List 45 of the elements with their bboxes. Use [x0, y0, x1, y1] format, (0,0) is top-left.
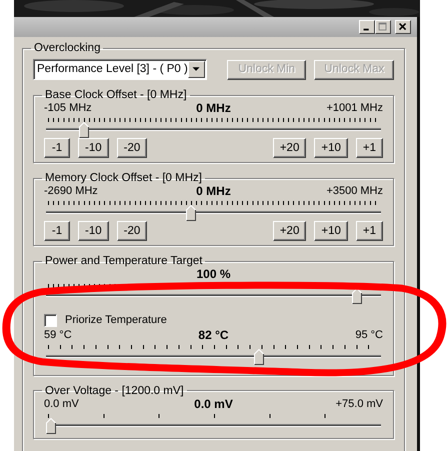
step-button[interactable]: +20 — [272, 138, 306, 158]
close-icon[interactable] — [395, 20, 411, 34]
group-title: Power and Temperature Target — [44, 254, 204, 268]
min-label: -2690 MHz — [44, 185, 99, 198]
slider-thumb[interactable] — [254, 348, 264, 364]
step-button[interactable]: +1 — [356, 138, 383, 158]
minimize-icon[interactable] — [359, 20, 375, 34]
group-title: Memory Clock Offset - [0 MHz] — [44, 171, 203, 185]
slider-track[interactable] — [46, 205, 381, 221]
checkbox[interactable] — [44, 314, 57, 327]
step-button[interactable]: -20 — [116, 221, 148, 241]
step-button[interactable]: -1 — [44, 221, 70, 241]
min-label: 0.0 mV — [44, 398, 80, 410]
value-label: 0 MHz — [196, 185, 231, 198]
performance-level-dropdown[interactable]: Performance Level [3] - ( P0 ) — [33, 59, 207, 80]
max-label: 95 °C — [354, 328, 383, 342]
min-label: -105 MHz — [44, 102, 93, 115]
slider-track[interactable] — [46, 418, 381, 434]
slider-thumb[interactable] — [352, 288, 362, 304]
maximize-icon[interactable] — [375, 20, 391, 34]
value-label: 0.0 mV — [194, 398, 233, 410]
group-title: Base Clock Offset - [0 MHz] — [44, 88, 188, 102]
max-label: +3500 MHz — [325, 185, 383, 198]
slider-track[interactable] — [46, 348, 381, 364]
step-button[interactable]: -10 — [78, 221, 109, 241]
step-button[interactable]: +10 — [314, 138, 348, 158]
step-button[interactable]: -20 — [116, 138, 148, 158]
step-button[interactable]: -1 — [44, 138, 70, 158]
slider-track[interactable] — [46, 122, 381, 138]
step-button[interactable]: +10 — [314, 221, 348, 241]
min-label: 59 °C — [44, 328, 73, 342]
value-label: 0 MHz — [196, 102, 231, 115]
max-label: +75.0 mV — [334, 398, 383, 410]
step-button[interactable]: +1 — [356, 221, 383, 241]
slider-thumb[interactable] — [46, 418, 56, 434]
group-title: Over Voltage - [1200.0 mV] — [44, 384, 185, 398]
checkbox-label: Priorize Temperature — [65, 313, 167, 328]
group-title: Overclocking — [33, 41, 102, 55]
slider-thumb[interactable] — [78, 122, 88, 138]
value-label: 82 °C — [198, 328, 229, 342]
value-label: 100 % — [196, 268, 231, 281]
max-label: +1001 MHz — [325, 102, 383, 115]
step-button[interactable]: +20 — [272, 221, 306, 241]
slider-track[interactable] — [46, 288, 381, 304]
slider-thumb[interactable] — [186, 205, 196, 221]
